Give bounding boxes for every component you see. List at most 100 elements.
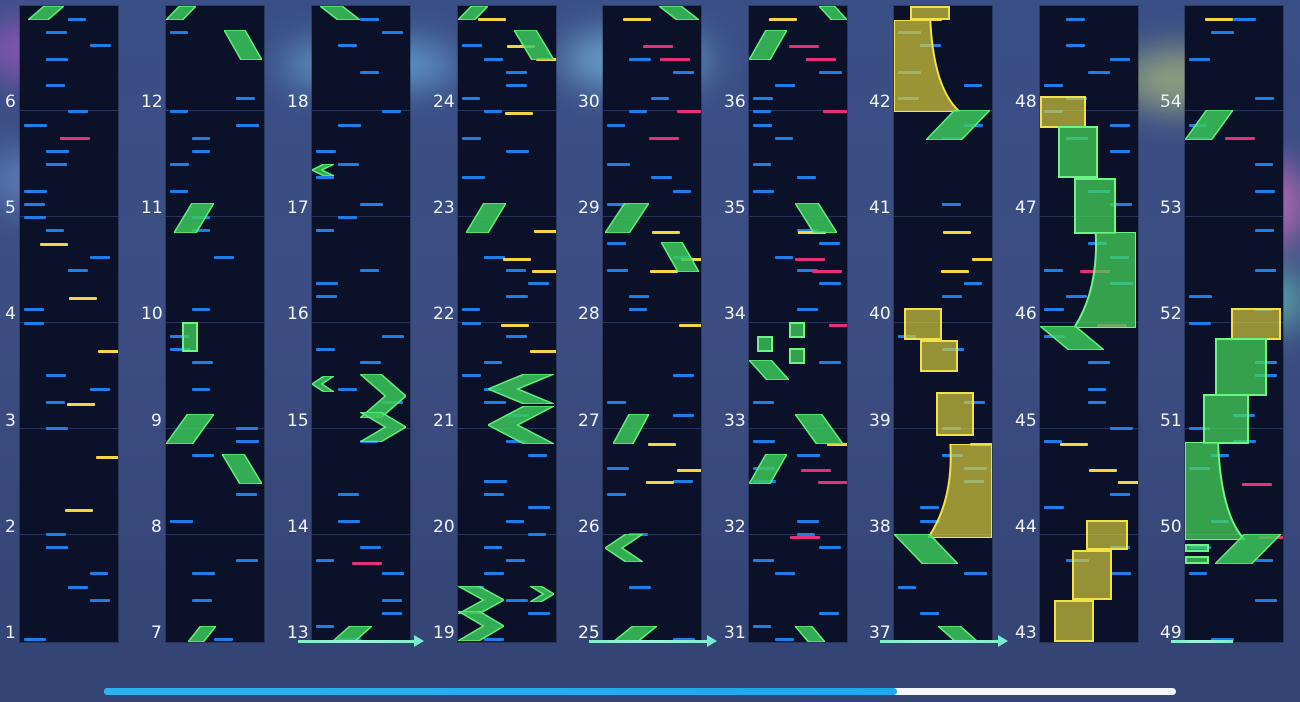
yellow-note: [1205, 18, 1233, 21]
measure-number: 48: [1015, 92, 1037, 112]
flick-note: [1215, 534, 1281, 564]
tap-note: [46, 546, 68, 549]
lane-3[interactable]: [312, 6, 410, 642]
tap-note: [607, 466, 629, 470]
arrow-note: [605, 534, 643, 562]
lane-6[interactable]: [749, 6, 847, 642]
tap-note: [316, 559, 334, 563]
lane-4[interactable]: [458, 6, 556, 642]
flick-note: [28, 6, 64, 20]
tap-note: [338, 216, 357, 219]
measure-line: [458, 110, 556, 111]
flick-note: [224, 30, 262, 60]
yellow-note: [98, 350, 118, 353]
tap-note: [673, 480, 693, 483]
tap-note: [462, 321, 481, 325]
tap-note: [819, 70, 842, 74]
yellow-note: [646, 481, 674, 484]
measure-number: 39: [869, 411, 891, 431]
lane-8[interactable]: [1040, 6, 1138, 642]
tap-note: [90, 598, 110, 602]
tap-note: [651, 176, 672, 180]
yellow-note: [1060, 443, 1088, 446]
measure-line: [20, 534, 118, 535]
flick-note: [819, 6, 847, 20]
tap-note: [1110, 123, 1130, 127]
yellow-note: [530, 350, 556, 353]
flick-note: [757, 336, 773, 352]
measure-number: 20: [433, 517, 455, 537]
tap-note: [360, 18, 379, 21]
hold-note: [1185, 442, 1245, 540]
progress-bar[interactable]: [104, 688, 1176, 695]
tap-note: [170, 110, 188, 114]
tap-note: [338, 387, 357, 391]
yellow-note: [679, 324, 701, 327]
tap-note: [1044, 308, 1064, 312]
tap-note: [1088, 400, 1106, 404]
hold-note: [1215, 338, 1267, 396]
measure-number: 12: [141, 92, 163, 112]
hold-note: [910, 6, 950, 20]
yellow-note: [623, 18, 651, 21]
tap-note: [484, 57, 503, 61]
tap-note: [484, 255, 505, 259]
tap-note: [338, 44, 357, 48]
tap-note: [1088, 387, 1106, 391]
lane-9[interactable]: [1185, 6, 1283, 642]
tap-note: [338, 163, 359, 167]
tap-note: [236, 440, 259, 444]
tap-note: [775, 84, 795, 87]
tap-note: [1110, 493, 1130, 497]
tap-note: [1189, 295, 1212, 299]
tap-note: [338, 493, 359, 497]
measure-number: 23: [433, 198, 455, 218]
measure-number: 43: [1015, 623, 1037, 643]
flick-note: [166, 6, 196, 20]
tap-note: [462, 308, 480, 312]
lane-2[interactable]: [166, 6, 264, 642]
measure-number: 33: [724, 411, 746, 431]
flick-note: [514, 30, 554, 60]
lane-7[interactable]: [894, 6, 992, 642]
pink-note: [677, 110, 701, 113]
tap-note: [797, 176, 816, 180]
measure-number: 45: [1015, 411, 1037, 431]
tap-note: [753, 123, 772, 127]
flick-note: [166, 414, 214, 444]
tap-note: [1066, 44, 1085, 48]
tap-note: [506, 84, 527, 87]
tap-note: [484, 493, 504, 497]
tap-note: [46, 374, 66, 378]
tap-note: [607, 268, 628, 272]
tap-note: [964, 84, 982, 87]
tap-note: [360, 70, 379, 74]
flick-note: [182, 322, 198, 352]
lane-5[interactable]: [603, 6, 701, 642]
tap-note: [797, 453, 820, 457]
measure-number: 18: [287, 92, 309, 112]
measure-number: 17: [287, 198, 309, 218]
tap-note: [24, 123, 47, 127]
playhead-marker: [589, 635, 717, 647]
arrow-note: [458, 586, 504, 614]
tap-note: [1255, 189, 1275, 193]
tap-note: [484, 361, 502, 365]
tap-note: [607, 123, 625, 127]
tap-note: [316, 282, 338, 285]
lane-1[interactable]: [20, 6, 118, 642]
tap-note: [819, 546, 841, 549]
playhead-arrow-icon: [414, 635, 424, 647]
tap-note: [192, 453, 214, 457]
hold-note: [1058, 126, 1098, 178]
tap-note: [528, 612, 550, 615]
flick-note: [605, 203, 649, 233]
hold-note: [1072, 550, 1112, 600]
tap-note: [316, 150, 336, 153]
tap-note: [629, 57, 651, 61]
measure-number: 54: [1160, 92, 1182, 112]
tap-note: [90, 255, 110, 259]
pink-note: [789, 45, 819, 48]
flick-note: [789, 322, 805, 338]
flick-note: [926, 110, 990, 140]
